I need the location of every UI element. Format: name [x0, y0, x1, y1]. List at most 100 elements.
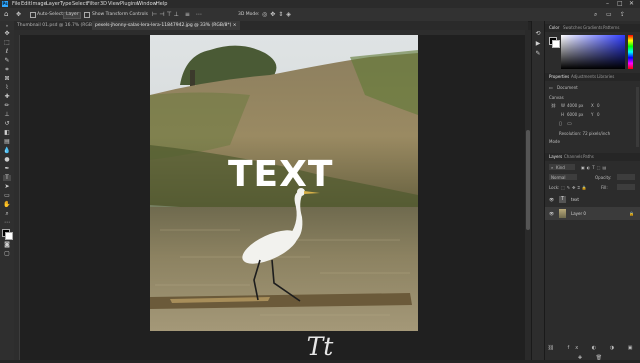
menu-layer[interactable]: Layer	[46, 0, 60, 8]
panel-icon-strip: ⟲ ▶ ✎	[531, 21, 545, 360]
history-panel-icon[interactable]: ⟲	[534, 31, 542, 37]
auto-select-label: Auto-Select:	[37, 12, 65, 17]
text-layer-thumbnail-icon: T	[559, 196, 566, 203]
visibility-eye-icon[interactable]: 👁	[549, 193, 554, 206]
menu-edit[interactable]: Edit	[21, 0, 31, 8]
scrollbar-thumb[interactable]	[526, 130, 530, 230]
tab-libraries[interactable]: Libraries	[597, 73, 614, 81]
color-background-swatch[interactable]	[552, 40, 560, 48]
tab-properties[interactable]: Properties	[549, 73, 569, 81]
move-tool-icon[interactable]: ✥	[16, 8, 21, 21]
menu-select[interactable]: Select	[72, 0, 87, 8]
share-icon[interactable]: ⇪	[620, 8, 625, 21]
actions-panel-icon[interactable]: ▶	[534, 41, 542, 47]
properties-scrollbar[interactable]	[636, 87, 639, 147]
marquee-tool-icon[interactable]: ⬚	[3, 40, 11, 46]
resolution-label: Resolution: 72 pixels/inch	[559, 131, 611, 136]
layer-row-text[interactable]: 👁 T text	[545, 193, 640, 206]
y-value[interactable]: 0	[597, 112, 600, 117]
eraser-tool-icon[interactable]: ◧	[3, 130, 11, 136]
visibility-eye-icon[interactable]: 👁	[549, 207, 554, 220]
height-value[interactable]: 6000 px	[567, 112, 583, 117]
auto-select-dropdown[interactable]: Layer	[66, 8, 79, 21]
tab-adjustments[interactable]: Adjustments	[571, 73, 596, 81]
width-value[interactable]: 4000 px	[567, 103, 583, 108]
layer-filter-icons[interactable]: ▣◐T⬚▤	[581, 165, 608, 170]
document-icon: ▭	[549, 85, 553, 90]
brush-settings-icon[interactable]: ✎	[534, 51, 542, 57]
healing-brush-tool-icon[interactable]: ✚	[3, 94, 11, 100]
frame-tool-icon[interactable]: ⊠	[3, 76, 11, 82]
dodge-tool-icon[interactable]: ●	[3, 157, 11, 163]
layer-name[interactable]: text	[571, 193, 579, 206]
screen-mode-icon[interactable]: ▢	[3, 251, 11, 257]
tab-gradients[interactable]: Gradients	[583, 24, 603, 32]
tab-patterns[interactable]: Patterns	[603, 24, 619, 32]
rectangle-tool-icon[interactable]: ▭	[3, 193, 11, 199]
mode-label: Mode	[549, 139, 560, 144]
tab-pexels-photo[interactable]: pexels-jhonny-salas-lera-lera-11847942.j…	[92, 21, 240, 30]
workspace-icon[interactable]: ▭	[606, 8, 612, 21]
lock-icons[interactable]: ⬚✎✥⌗🔒	[561, 185, 589, 190]
move-tool-icon[interactable]: ✥	[3, 31, 11, 37]
opacity-field[interactable]	[617, 174, 635, 180]
minimize-button[interactable]: –	[606, 0, 609, 8]
hue-slider[interactable]	[628, 35, 633, 69]
menu-file[interactable]: File	[12, 0, 20, 8]
orientation-landscape-icon[interactable]: ▭	[567, 121, 572, 127]
3d-mode-icons[interactable]: ◎✥⇕◈	[262, 8, 294, 21]
orientation-portrait-icon[interactable]: ▯	[559, 121, 562, 127]
close-window-button[interactable]: ✕	[629, 0, 634, 8]
tab-color[interactable]: Color	[549, 24, 559, 32]
path-selection-tool-icon[interactable]: ➤	[3, 184, 11, 190]
tab-channels[interactable]: Channels	[564, 153, 583, 161]
crop-tool-icon[interactable]: ⌗	[3, 67, 11, 73]
auto-select-checkbox[interactable]	[30, 12, 36, 18]
layer-filter-search-icon: ⌕	[551, 165, 554, 170]
type-tool-icon[interactable]: T	[3, 175, 11, 181]
options-bar: ⌂ ✥ Auto-Select: Layer Show Transform Co…	[0, 8, 640, 22]
toolbar-collapse-icon[interactable]: »	[3, 23, 11, 29]
menu-plugins[interactable]: Plugins	[120, 0, 138, 8]
x-value[interactable]: 0	[597, 103, 600, 108]
layers-footer-icons[interactable]: ⛓ fx ◐ ◑ ▣ ✚ 🗑	[545, 343, 640, 361]
search-icon[interactable]: ⌕	[594, 8, 597, 21]
background-color-swatch[interactable]	[5, 232, 13, 240]
lasso-tool-icon[interactable]: ℓ	[3, 49, 11, 55]
more-tools-icon[interactable]: ⋯	[3, 220, 11, 226]
maximize-button[interactable]: □	[617, 0, 623, 8]
pen-tool-icon[interactable]: ✒	[3, 166, 11, 172]
menu-window[interactable]: Window	[137, 0, 157, 8]
color-picker-field[interactable]	[561, 35, 625, 69]
history-brush-tool-icon[interactable]: ↺	[3, 121, 11, 127]
clone-stamp-tool-icon[interactable]: ⊥	[3, 112, 11, 118]
eyedropper-tool-icon[interactable]: ⌇	[3, 85, 11, 91]
canvas-workspace[interactable]: TEXT	[20, 35, 525, 360]
fill-field[interactable]	[617, 184, 635, 190]
link-icon[interactable]: ⛓	[551, 103, 556, 108]
transform-controls-checkbox[interactable]	[84, 12, 90, 18]
menu-filter[interactable]: Filter	[87, 0, 99, 8]
tab-layers[interactable]: Layers	[549, 153, 562, 161]
align-icons[interactable]: ⊢⊣⊤⊥ ≡ ⋯	[152, 8, 204, 21]
canvas-text-layer[interactable]: TEXT	[228, 155, 333, 195]
hand-tool-icon[interactable]: ✋	[3, 202, 11, 208]
menu-view[interactable]: View	[108, 0, 120, 8]
layer-filter-kind[interactable]: Kind	[556, 165, 565, 170]
menu-type[interactable]: Type	[60, 0, 71, 8]
gradient-tool-icon[interactable]: ▤	[3, 139, 11, 145]
layer-name[interactable]: Layer 0	[571, 207, 586, 220]
blur-tool-icon[interactable]: 💧	[3, 148, 11, 154]
menu-3d[interactable]: 3D	[100, 0, 107, 8]
quick-select-tool-icon[interactable]: ✎	[3, 58, 11, 64]
layer-row-layer0[interactable]: 👁 Layer 0 🔒	[545, 207, 640, 220]
menu-image[interactable]: Image	[31, 0, 47, 8]
zoom-tool-icon[interactable]: ⌕	[3, 211, 11, 217]
quick-mask-icon[interactable]: ◙	[3, 242, 11, 248]
right-panels: Color Swatches Gradients Patterns Proper…	[544, 21, 640, 361]
tab-paths[interactable]: Paths	[583, 153, 594, 161]
menu-help[interactable]: Help	[156, 0, 167, 8]
brush-tool-icon[interactable]: ✏	[3, 103, 11, 109]
home-icon[interactable]: ⌂	[4, 8, 8, 21]
tab-swatches[interactable]: Swatches	[563, 24, 582, 32]
